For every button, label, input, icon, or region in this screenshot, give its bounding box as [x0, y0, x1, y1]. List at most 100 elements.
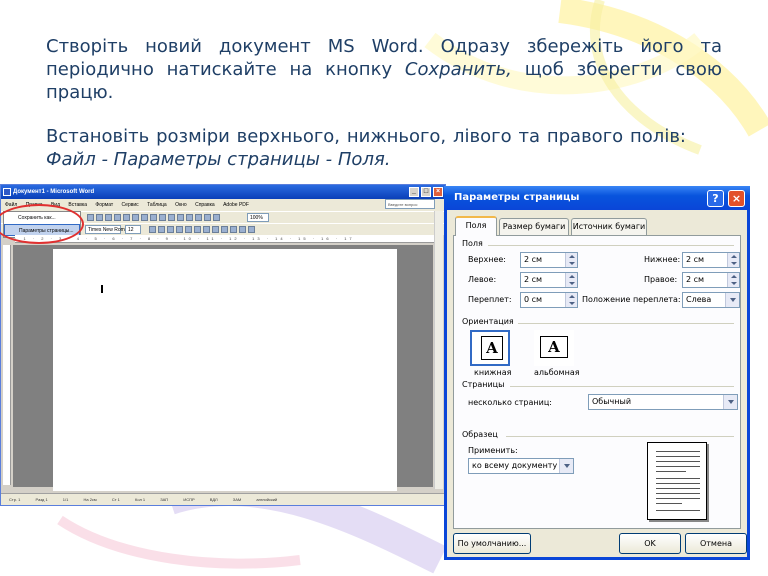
left-margin-field[interactable]: 2 см: [520, 272, 578, 288]
multiple-pages-label: несколько страниц:: [468, 398, 552, 407]
tab-paper-source[interactable]: Источник бумаги: [571, 218, 647, 235]
maximize-icon[interactable]: □: [421, 187, 431, 197]
spin-arrows-icon[interactable]: [727, 253, 739, 267]
menu-window[interactable]: Окно: [175, 202, 187, 208]
chevron-down-icon[interactable]: [723, 395, 737, 409]
top-margin-field[interactable]: 2 см: [520, 252, 578, 268]
right-margin-value: 2 см: [686, 275, 705, 284]
sample-group-label: Образец: [462, 430, 498, 439]
status-language: английский: [256, 497, 278, 502]
gutter-value: 0 см: [524, 295, 543, 304]
ok-button[interactable]: OK: [619, 533, 681, 554]
status-ext: ВДЛ: [209, 497, 218, 502]
menu-help[interactable]: Справка: [195, 202, 215, 208]
toolbar-button[interactable]: [239, 226, 247, 233]
menu-adobe-pdf[interactable]: Adobe PDF: [223, 202, 249, 208]
toolbar-button[interactable]: [167, 226, 175, 233]
bottom-margin-label: Нижнее:: [644, 255, 681, 264]
vertical-ruler: [3, 245, 11, 485]
gutter-field[interactable]: 0 см: [520, 292, 578, 308]
toolbar-button[interactable]: [132, 214, 140, 221]
toolbar-button[interactable]: [194, 226, 202, 233]
font-size-select[interactable]: 12: [125, 225, 141, 234]
menu-table[interactable]: Таблица: [147, 202, 167, 208]
right-margin-label: Правое:: [644, 275, 678, 284]
toolbar-button[interactable]: [213, 214, 221, 221]
save-button-mention: Сохранить,: [404, 59, 512, 80]
multiple-pages-select[interactable]: Обычный: [588, 394, 738, 410]
preview-line: [656, 461, 700, 462]
multiple-pages-value: Обычный: [592, 397, 632, 406]
help-icon[interactable]: ?: [707, 190, 724, 207]
landscape-option[interactable]: A: [534, 330, 574, 366]
document-area: [13, 245, 433, 491]
menu-tools[interactable]: Сервис: [122, 202, 139, 208]
close-icon[interactable]: ×: [728, 190, 745, 207]
toolbar-button[interactable]: [105, 214, 113, 221]
status-pages: 1/1: [62, 497, 69, 502]
toolbar-button[interactable]: [212, 226, 220, 233]
horizontal-ruler: · 1 · 2 · 3 · 4 · 5 · 6 · 7 · 8 · 9 · 10…: [15, 235, 435, 243]
spin-arrows-icon[interactable]: [565, 293, 577, 307]
font-name-select[interactable]: Times New Roman: [85, 225, 130, 234]
tab-paper-size[interactable]: Размер бумаги: [499, 218, 569, 235]
landscape-label: альбомная: [534, 368, 580, 377]
toolbar-button[interactable]: [230, 226, 238, 233]
left-margin-value: 2 см: [524, 275, 543, 284]
menu-insert[interactable]: Вставка: [68, 202, 87, 208]
group-divider: [488, 245, 734, 246]
instruction-text: Встановіть розміри верхнього, нижнього, …: [46, 126, 686, 147]
toolbar-button[interactable]: [96, 214, 104, 221]
chevron-down-icon[interactable]: [559, 459, 573, 473]
portrait-page-icon: A: [481, 336, 503, 360]
toolbar-button[interactable]: [87, 214, 95, 221]
spin-arrows-icon[interactable]: [565, 273, 577, 287]
toolbar-button[interactable]: [114, 214, 122, 221]
vertical-scrollbar[interactable]: [434, 211, 443, 489]
toolbar-button[interactable]: [204, 214, 212, 221]
spin-arrows-icon[interactable]: [727, 273, 739, 287]
default-button[interactable]: По умолчанию...: [453, 533, 531, 554]
spin-arrows-icon[interactable]: [565, 253, 577, 267]
document-page[interactable]: [53, 249, 397, 491]
toolbar-button[interactable]: [195, 214, 203, 221]
zoom-select[interactable]: 100%: [247, 213, 269, 222]
tab-margins[interactable]: Поля: [455, 216, 497, 236]
right-margin-field[interactable]: 2 см: [682, 272, 740, 288]
cancel-button[interactable]: Отмена: [685, 533, 747, 554]
preview-line: [656, 451, 700, 452]
toolbar-button[interactable]: [123, 214, 131, 221]
status-rec: ЗАП: [160, 497, 169, 502]
preview-line: [656, 456, 700, 457]
menu-format[interactable]: Формат: [95, 202, 113, 208]
chevron-down-icon[interactable]: [725, 293, 739, 307]
toolbar-button[interactable]: [158, 226, 166, 233]
toolbar-button[interactable]: [203, 226, 211, 233]
toolbar-button[interactable]: [185, 226, 193, 233]
toolbar-button[interactable]: [149, 226, 157, 233]
dialog-title-bar: Параметры страницы ? ×: [444, 186, 750, 210]
toolbar-button[interactable]: [186, 214, 194, 221]
apply-to-select[interactable]: ко всему документу: [468, 458, 574, 474]
bottom-margin-field[interactable]: 2 см: [682, 252, 740, 268]
dialog-title: Параметры страницы: [454, 192, 580, 203]
close-icon[interactable]: ×: [433, 187, 443, 197]
toolbar-button[interactable]: [221, 226, 229, 233]
pages-group-label: Страницы: [462, 380, 505, 389]
toolbar-button[interactable]: [150, 214, 158, 221]
toolbar-button[interactable]: [176, 226, 184, 233]
minimize-icon[interactable]: _: [409, 187, 419, 197]
gutter-position-select[interactable]: Слева: [682, 292, 740, 308]
help-search-input[interactable]: Введите вопрос: [385, 199, 435, 209]
group-divider: [506, 436, 734, 437]
toolbar-button[interactable]: [168, 214, 176, 221]
toolbar-button[interactable]: [177, 214, 185, 221]
toolbar-button[interactable]: [159, 214, 167, 221]
preview-line: [656, 483, 700, 484]
preview-line: [656, 503, 682, 504]
portrait-option[interactable]: A: [470, 330, 510, 366]
toolbar-button[interactable]: [141, 214, 149, 221]
status-trk: ИСПР: [183, 497, 195, 502]
toolbar-button[interactable]: [248, 226, 256, 233]
preview-line: [656, 478, 700, 479]
